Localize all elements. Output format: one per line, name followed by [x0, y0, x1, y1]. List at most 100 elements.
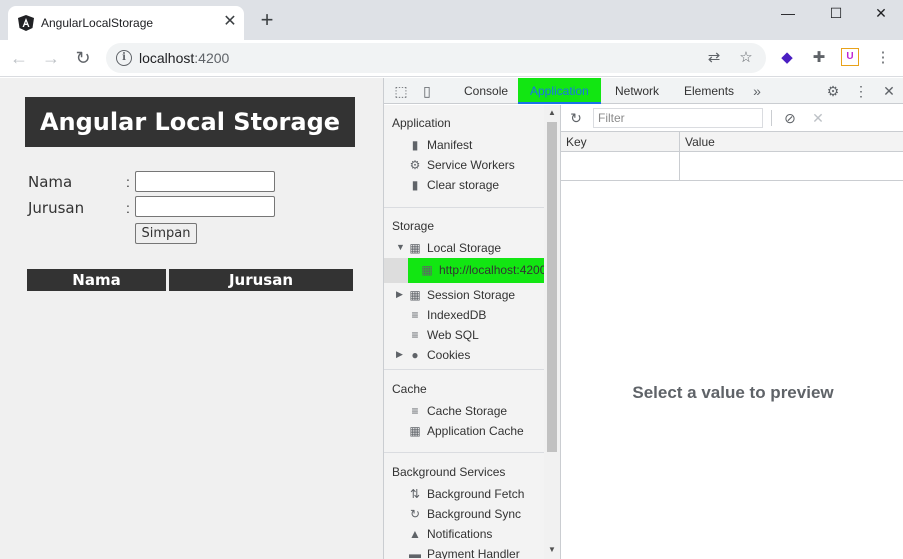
jurusan-input[interactable] — [135, 196, 275, 217]
sidebar-item-label: IndexedDB — [427, 308, 487, 322]
url-text[interactable]: localhost:4200 — [139, 50, 229, 66]
extension-u-icon[interactable]: U — [841, 48, 859, 66]
divider — [384, 452, 544, 453]
nama-input[interactable] — [135, 171, 275, 192]
tab-application[interactable]: Application — [518, 78, 601, 104]
angular-logo-icon — [18, 15, 34, 31]
tab-title: AngularLocalStorage — [41, 16, 154, 30]
sidebar-item-cookies[interactable]: ▶ ● Cookies — [384, 345, 544, 365]
bookmark-star-icon[interactable]: ☆ — [736, 48, 756, 68]
storage-content: ↻ Filter ⊘ ✕ Key Value Select a value to… — [560, 105, 903, 559]
sidebar-item-label: Background Sync — [427, 507, 522, 521]
grid-icon: ▦ — [409, 241, 421, 255]
sidebar-item-session-storage[interactable]: ▶ ▦ Session Storage — [384, 285, 544, 305]
sidebar-item-web-sql[interactable]: ≡ Web SQL — [384, 325, 544, 345]
page-title: Angular Local Storage — [25, 97, 355, 147]
filter-input[interactable]: Filter — [593, 108, 763, 128]
nama-label: Nama — [28, 173, 73, 191]
sidebar-item-clear-storage[interactable]: ▮ Clear storage — [384, 175, 544, 195]
minimize-button[interactable]: — — [765, 0, 811, 28]
sidebar-item-label: Background Fetch — [427, 487, 525, 501]
browser-tab[interactable]: AngularLocalStorage ✕ — [8, 6, 244, 40]
sidebar-item-payment-handler[interactable]: ▬ Payment Handler — [384, 544, 544, 559]
section-application-title: Application — [392, 116, 451, 130]
bell-icon: ▲ — [409, 527, 421, 541]
reload-icon[interactable]: ↻ — [72, 47, 94, 69]
clear-all-icon[interactable]: ⊘ — [781, 109, 799, 127]
close-tab-icon[interactable]: ✕ — [221, 13, 239, 31]
divider — [384, 207, 544, 208]
database-icon: ≡ — [411, 328, 419, 342]
section-background-services-title: Background Services — [392, 465, 506, 479]
scroll-thumb[interactable] — [547, 122, 557, 452]
window-close-button[interactable]: ✕ — [858, 0, 903, 28]
back-arrow-icon[interactable]: ← — [8, 47, 30, 69]
new-tab-button[interactable]: + — [255, 8, 279, 32]
grid-icon: ▦ — [409, 424, 421, 438]
nama-colon: : — [126, 174, 130, 190]
collapsed-arrow-icon[interactable]: ▶ — [396, 349, 403, 360]
simpan-button[interactable]: Simpan — [135, 223, 197, 244]
tab-strip: AngularLocalStorage ✕ + — ☐ ✕ — [0, 0, 903, 40]
maximize-button[interactable]: ☐ — [813, 0, 859, 28]
sidebar-item-application-cache[interactable]: ▦ Application Cache — [384, 421, 544, 441]
sidebar-item-label: Cache Storage — [427, 404, 508, 418]
tab-elements[interactable]: Elements — [672, 78, 746, 104]
extensions-puzzle-icon[interactable]: ✚ — [809, 48, 829, 68]
sidebar-item-manifest[interactable]: ▮ Manifest — [384, 135, 544, 155]
collapsed-arrow-icon[interactable]: ▶ — [396, 289, 403, 300]
more-tabs-icon[interactable]: » — [748, 82, 766, 100]
database-icon: ≡ — [411, 404, 419, 418]
fetch-arrows-icon: ⇅ — [409, 487, 421, 501]
database-icon: ≡ — [411, 308, 419, 322]
sidebar-item-background-fetch[interactable]: ⇅ Background Fetch — [384, 484, 544, 504]
sidebar-item-label: Clear storage — [427, 178, 500, 192]
translate-icon[interactable]: ⇄ — [704, 48, 724, 68]
expanded-arrow-icon[interactable]: ▼ — [396, 242, 405, 252]
sidebar-item-label: Cookies — [427, 348, 471, 362]
settings-gear-icon[interactable]: ⚙ — [824, 82, 842, 100]
scroll-up-icon[interactable]: ▲ — [548, 108, 556, 117]
cookie-icon: ● — [411, 348, 419, 362]
devtools-menu-icon[interactable]: ⋮ — [852, 82, 870, 100]
jurusan-colon: : — [126, 200, 130, 216]
trash-icon: ▮ — [411, 178, 419, 192]
scroll-down-icon[interactable]: ▼ — [548, 545, 556, 554]
sidebar-item-service-workers[interactable]: ⚙ Service Workers — [384, 155, 544, 175]
sidebar-item-label: Application Cache — [427, 424, 524, 438]
device-toolbar-icon[interactable]: ▯ — [418, 82, 436, 100]
sidebar-item-cache-storage[interactable]: ≡ Cache Storage — [384, 401, 544, 421]
sidebar-item-label: Payment Handler — [427, 547, 520, 559]
info-icon[interactable]: i — [116, 50, 132, 66]
sidebar-item-local-storage[interactable]: ▼ ▦ Local Storage — [384, 238, 544, 258]
value-column-header[interactable]: Value — [685, 135, 715, 149]
devtools-panel: ⬚ ▯ Console Application Network Elements… — [383, 78, 903, 559]
key-column-header[interactable]: Key — [566, 135, 587, 149]
sidebar-item-indexeddb[interactable]: ≡ IndexedDB — [384, 305, 544, 325]
card-icon: ▬ — [409, 547, 421, 559]
storage-grid-header: Key Value — [561, 132, 903, 152]
address-bar[interactable]: i localhost:4200 ⇄ ☆ — [106, 43, 766, 73]
filter-toolbar: ↻ Filter ⊘ ✕ — [561, 105, 903, 132]
browser-menu-icon[interactable]: ⋮ — [873, 48, 893, 68]
tab-network[interactable]: Network — [603, 78, 671, 104]
sidebar-item-localhost[interactable]: ▦ http://localhost:4200 — [384, 258, 544, 283]
inspect-element-icon[interactable]: ⬚ — [392, 82, 410, 100]
delete-selected-icon[interactable]: ✕ — [809, 109, 827, 127]
close-devtools-icon[interactable]: ✕ — [880, 82, 898, 100]
section-cache-title: Cache — [392, 382, 427, 396]
sidebar-item-notifications[interactable]: ▲ Notifications — [384, 524, 544, 544]
forward-arrow-icon[interactable]: → — [40, 47, 62, 69]
section-storage-title: Storage — [392, 219, 435, 233]
divider — [771, 110, 772, 126]
extension-layers-icon[interactable]: ◆ — [777, 48, 797, 68]
grid-icon: ▦ — [421, 263, 433, 277]
refresh-icon[interactable]: ↻ — [567, 109, 585, 127]
sidebar-item-label: Service Workers — [427, 158, 515, 172]
tab-console[interactable]: Console — [452, 78, 520, 104]
sidebar-scrollbar[interactable]: ▲ ▼ — [544, 105, 560, 559]
sidebar-item-background-sync[interactable]: ↻ Background Sync — [384, 504, 544, 524]
file-icon: ▮ — [411, 138, 419, 152]
sidebar-item-label: Web SQL — [427, 328, 479, 342]
table-row[interactable] — [561, 153, 903, 181]
